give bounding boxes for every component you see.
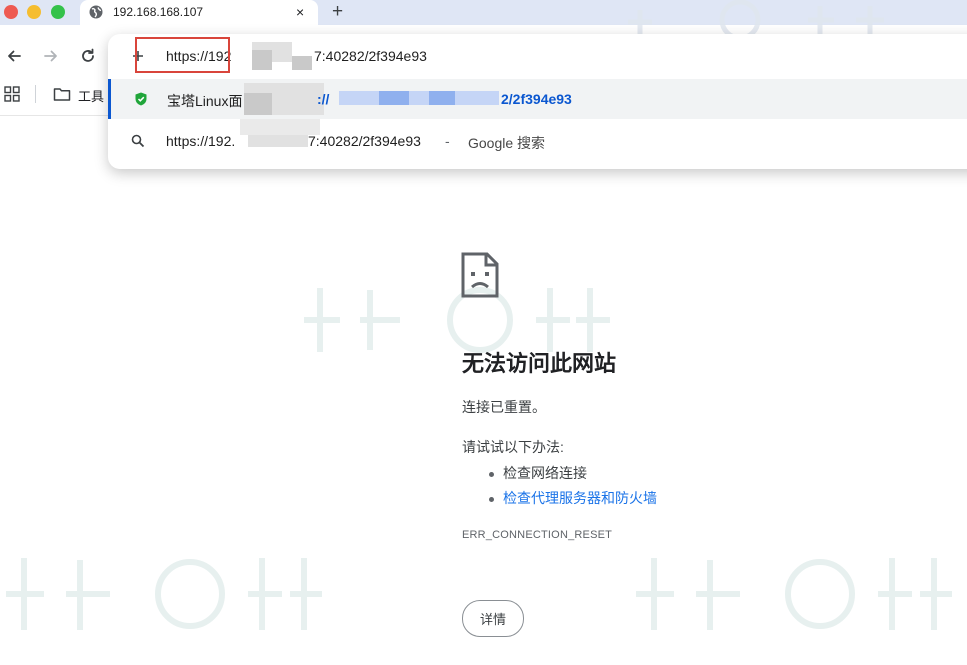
- tab-title: 192.168.168.107: [113, 5, 204, 19]
- redaction-block: [379, 91, 409, 105]
- redaction-block: [339, 91, 499, 105]
- redaction-block: [248, 135, 308, 147]
- omnibox-url-tail: 7:40282/2f394e93: [314, 48, 427, 64]
- forward-arrow-icon[interactable]: [41, 46, 61, 66]
- omnibox-suggestion-search[interactable]: https://192. 7:40282/2f394e93 - Google 搜…: [108, 119, 967, 161]
- bookmark-separator: [35, 85, 36, 103]
- window-close-button[interactable]: [4, 5, 18, 19]
- redaction-block: [429, 91, 455, 105]
- sad-page-icon: [461, 252, 499, 298]
- error-title: 无法访问此网站: [462, 351, 617, 376]
- suggestion-check-proxy-link[interactable]: 检查代理服务器和防火墙: [489, 486, 657, 511]
- suggestion-list: 检查网络连接 检查代理服务器和防火墙: [489, 461, 657, 511]
- apps-grid-icon[interactable]: [4, 86, 20, 102]
- folder-icon[interactable]: [53, 86, 71, 102]
- omnibox-suggestion-history[interactable]: 宝塔Linux面 :// 2/2f394e93: [108, 79, 967, 119]
- search-engine-label: Google 搜索: [468, 135, 546, 151]
- omnibox-dropdown: https://192 7:40282/2f394e93 宝塔Linux面 :/…: [108, 34, 967, 169]
- reload-icon[interactable]: [78, 46, 98, 66]
- window-minimize-button[interactable]: [27, 5, 41, 19]
- details-button[interactable]: 详情: [462, 600, 524, 637]
- suggestion-url-start: ://: [317, 91, 330, 107]
- annotation-highlight-box: [135, 37, 230, 73]
- plus-icon[interactable]: +: [332, 2, 343, 22]
- error-code: ERR_CONNECTION_RESET: [462, 529, 613, 541]
- error-subtitle: 连接已重置。: [462, 399, 546, 415]
- search-separator: -: [445, 133, 450, 149]
- search-query-prefix: https://192.: [166, 133, 236, 149]
- globe-icon: [88, 4, 104, 20]
- window-zoom-button[interactable]: [51, 5, 65, 19]
- back-arrow-icon[interactable]: [4, 46, 24, 66]
- close-icon[interactable]: ×: [296, 4, 304, 20]
- omnibox-input-row[interactable]: https://192 7:40282/2f394e93: [108, 36, 967, 76]
- search-icon: [130, 133, 146, 149]
- shield-icon: [133, 91, 149, 107]
- suggestion-url-tail: 2/2f394e93: [501, 91, 572, 107]
- redaction-block: [292, 56, 312, 70]
- error-try-label: 请试试以下办法:: [462, 439, 564, 455]
- redaction-block: [252, 50, 272, 70]
- suggestion-title: 宝塔Linux面: [167, 93, 243, 109]
- suggestion-check-network: 检查网络连接: [489, 461, 657, 486]
- watermark-logo: [6, 558, 322, 630]
- bookmark-folder-label[interactable]: 工具: [78, 86, 104, 105]
- redaction-block: [244, 93, 272, 115]
- redaction-block: [272, 42, 292, 62]
- tab-strip: 192.168.168.107 × +: [0, 0, 967, 25]
- watermark-logo: [636, 558, 952, 630]
- active-tab[interactable]: 192.168.168.107 ×: [80, 0, 318, 25]
- search-query-tail: 7:40282/2f394e93: [308, 133, 421, 149]
